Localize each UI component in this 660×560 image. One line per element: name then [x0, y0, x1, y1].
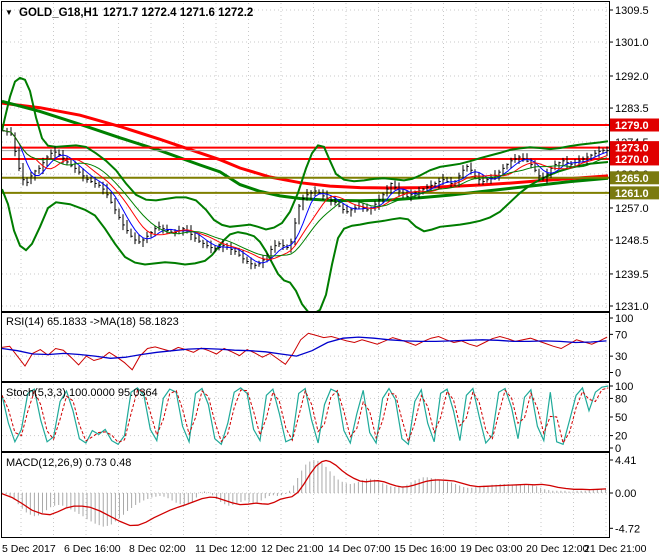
macd-tick-label: -4.72	[615, 523, 640, 535]
bollinger-upper-band	[2, 76, 609, 231]
price-tick-label: 1309.5	[615, 5, 649, 17]
price-tick-label: 1231.0	[615, 301, 649, 313]
stoch-tick-label: 80	[615, 393, 627, 405]
trading-terminal-chart: 1309.51301.01292.01283.51274.51266.01257…	[0, 0, 660, 560]
rsi-line	[2, 332, 608, 371]
price-tick-label: 1239.5	[615, 269, 649, 281]
macd-tick-label: 0.00	[615, 488, 636, 500]
price-tick-label: 1257.0	[615, 203, 649, 215]
time-axis[interactable]: 5 Dec 2017 6 Dec 16:00 8 Dec 02:00 11 Dec 1…	[2, 543, 647, 555]
price-tick-label: 1248.5	[615, 235, 649, 247]
rsi-tick-label: 100	[615, 313, 633, 325]
price-level-badge-text: 1279.0	[615, 120, 649, 132]
stoch-tick-label: 20	[615, 431, 627, 443]
date-axis-label: 14 Dec 07:00	[328, 543, 391, 555]
date-axis-label: 19 Dec 03:00	[460, 543, 523, 555]
rsi-tick-label: 30	[615, 351, 627, 363]
price-axis[interactable]: 1309.51301.01292.01283.51274.51266.01257…	[609, 5, 659, 535]
macd-indicator-label: MACD(12,26,9) 0.73 0.48	[6, 457, 131, 469]
date-axis-label: 15 Dec 16:00	[394, 543, 457, 555]
main-price-panel[interactable]	[2, 9, 609, 314]
main-panel-border	[1, 1, 610, 312]
date-axis-label: 20 Dec 12:00	[526, 543, 589, 555]
stoch-tick-label: 0	[615, 443, 621, 455]
chart-canvas[interactable]: 1309.51301.01292.01283.51274.51266.01257…	[0, 0, 660, 560]
rsi-ma-line	[2, 336, 607, 359]
price-tick-label: 1301.0	[615, 37, 649, 49]
rsi-tick-label: 0	[615, 368, 621, 380]
date-axis-label: 12 Dec 21:00	[261, 543, 324, 555]
price-tick-label: 1283.5	[615, 103, 649, 115]
rsi-panel[interactable]	[2, 332, 609, 371]
date-axis-label: 5 Dec 2017	[2, 543, 56, 555]
stoch-tick-label: 100	[615, 381, 633, 393]
date-axis-label: 6 Dec 16:00	[64, 543, 121, 555]
date-axis-label: 11 Dec 12:00	[195, 543, 257, 555]
date-axis-label: 21 Dec 21:00	[584, 543, 647, 555]
chart-ohlc-values: 1271.7 1272.4 1271.6 1272.2	[103, 7, 253, 19]
chart-symbol-title: GOLD_G18,H1	[19, 7, 99, 19]
price-level-badge-text: 1265.0	[615, 173, 649, 185]
rsi-tick-label: 70	[615, 329, 627, 341]
ma-slow-red-line	[2, 101, 609, 190]
stoch-tick-label: 50	[615, 412, 627, 424]
rsi-indicator-label: RSI(14) 65.1833 ->MA(18) 58.1823	[6, 316, 179, 328]
date-axis-label: 8 Dec 02:00	[129, 543, 186, 555]
price-tick-label: 1292.0	[615, 71, 649, 83]
macd-panel[interactable]	[2, 459, 609, 527]
stoch-indicator-label: Stoch(5,3,3) 100.0000 95.0364	[6, 387, 158, 399]
price-level-badge-text: 1270.0	[615, 154, 649, 166]
price-level-badge-text: 1261.0	[615, 188, 649, 200]
macd-tick-label: 4.41	[615, 455, 636, 467]
macd-signal-line	[2, 459, 607, 527]
symbol-dropdown-icon[interactable]: ▼	[5, 8, 13, 17]
